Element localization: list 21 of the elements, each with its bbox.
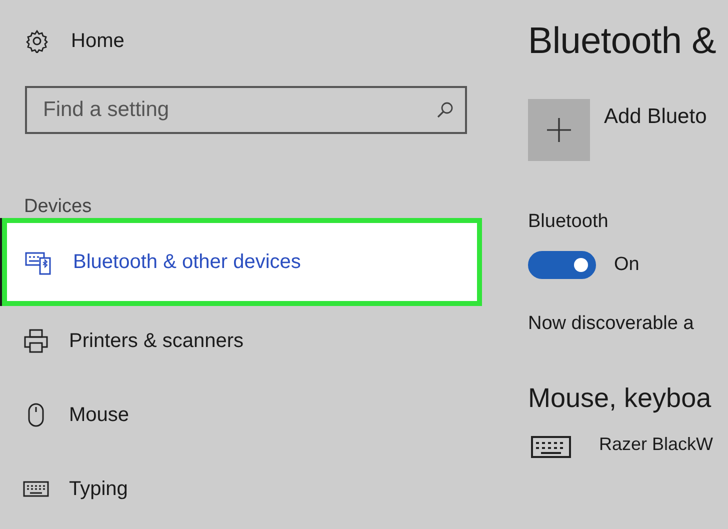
bluetooth-label: Bluetooth xyxy=(528,211,610,233)
settings-icon xyxy=(25,29,49,53)
keyboard-icon xyxy=(531,434,571,460)
discoverable-text: Now discoverable a xyxy=(528,313,695,335)
sidebar-item[interactable]: Mouse xyxy=(0,378,486,452)
search-field[interactable]: Find a setting xyxy=(25,86,467,134)
sidebar-item[interactable]: Bluetooth & other devices xyxy=(2,218,482,306)
page-title: Bluetooth & xyxy=(528,20,718,63)
search-icon xyxy=(435,100,455,120)
printer-icon xyxy=(23,328,49,354)
bluetooth-toggle[interactable] xyxy=(528,251,596,279)
section-heading: Devices xyxy=(24,196,93,218)
sidebar-item[interactable]: Typing xyxy=(0,452,486,526)
section-heading: Mouse, keyboa xyxy=(528,383,712,414)
add-device-label[interactable]: Add Blueto xyxy=(604,105,707,129)
home-link[interactable]: Home xyxy=(71,30,124,52)
keyboard-icon xyxy=(23,480,49,498)
plus-icon xyxy=(546,117,572,143)
device-name: Razer BlackW xyxy=(599,434,714,456)
toggle-state-label: On xyxy=(614,254,640,276)
sidebar-item[interactable]: Printers & scanners xyxy=(0,304,486,378)
